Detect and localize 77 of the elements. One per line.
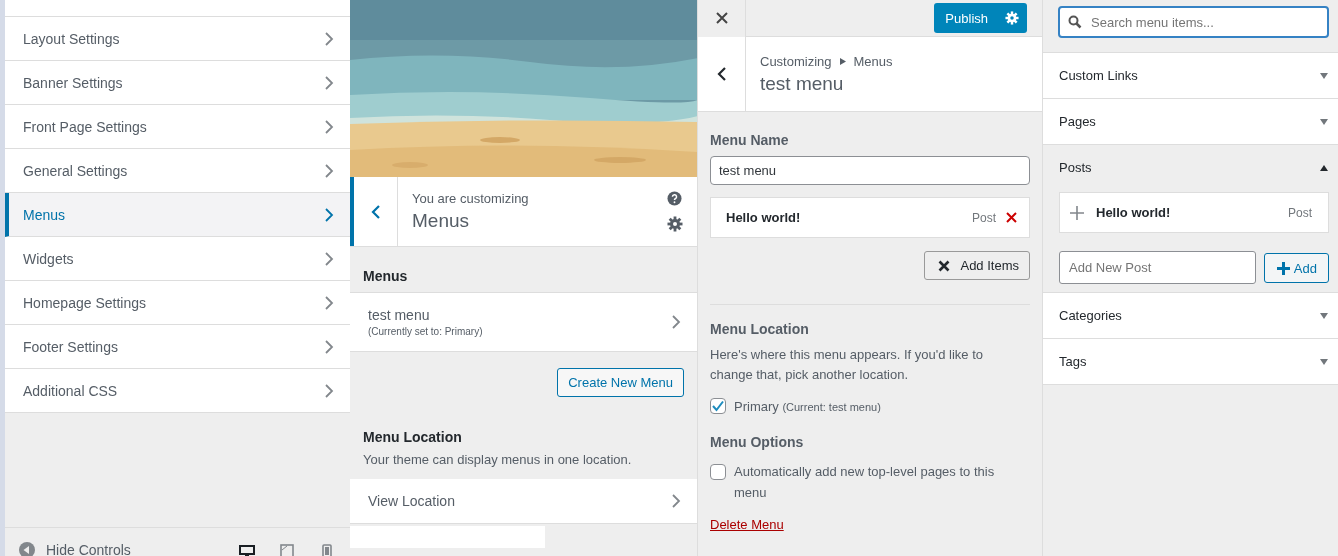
section-item[interactable]: Menus xyxy=(5,193,350,237)
section-heading: Menu Location xyxy=(362,428,463,445)
header-kicker: You are customizing xyxy=(412,191,530,206)
new-post-field[interactable]: Add New Post xyxy=(1059,251,1256,284)
chevron-icon xyxy=(324,382,334,399)
delete-menu-link[interactable]: Delete Menu xyxy=(710,517,784,532)
chevron-icon xyxy=(671,314,681,330)
plus-icon xyxy=(1276,261,1290,275)
item-title: Hello world! xyxy=(1096,205,1172,220)
section-item[interactable]: Front Page Settings xyxy=(5,105,350,149)
publish-button[interactable]: Publish xyxy=(934,3,1027,33)
section-item[interactable]: Homepage Settings xyxy=(5,281,350,325)
create-menu-button[interactable]: Create New Menu xyxy=(557,368,684,397)
expand-arrow-icon xyxy=(1320,358,1328,365)
chevron-icon xyxy=(324,30,334,47)
menu-item[interactable]: test menu (Currently set to: Primary) xyxy=(350,293,697,352)
settings-icon xyxy=(1005,11,1019,25)
accordion-header[interactable]: Tags xyxy=(1043,339,1338,384)
settings-icon[interactable] xyxy=(667,216,683,232)
section-item[interactable]: Additional CSS xyxy=(5,369,350,413)
section-item[interactable]: Widgets xyxy=(5,237,350,281)
search-icon xyxy=(1068,15,1082,29)
expand-arrow-icon xyxy=(1320,72,1328,79)
item-type: Post xyxy=(1288,205,1312,220)
accordion-header[interactable]: Custom Links xyxy=(1043,53,1338,98)
add-button[interactable]: Add xyxy=(1263,253,1329,283)
item-type: Post xyxy=(972,210,996,225)
chevron-icon xyxy=(324,162,334,179)
chevron-icon xyxy=(324,294,334,311)
section-heading: Menu Options xyxy=(710,434,805,450)
chevron-icon xyxy=(671,493,681,509)
section-item[interactable]: Layout Settings xyxy=(5,17,350,61)
close-icon xyxy=(938,259,951,272)
checkbox-label: Primary (Current: test menu) xyxy=(734,398,881,414)
close-button[interactable] xyxy=(698,0,746,37)
checkbox[interactable] xyxy=(710,464,726,480)
chevron-icon xyxy=(324,338,334,355)
available-item[interactable]: Hello world! Post xyxy=(1059,192,1329,233)
accordion-header[interactable]: Posts xyxy=(1043,145,1338,190)
section-item[interactable]: Banner Settings xyxy=(5,61,350,105)
hide-controls-button[interactable]: Hide Controls xyxy=(18,538,131,556)
accordion-header[interactable]: Categories xyxy=(1043,293,1338,338)
section-item[interactable]: General Settings xyxy=(5,149,350,193)
chevron-icon xyxy=(324,206,334,223)
panel-title: test menu xyxy=(760,72,845,95)
help-icon[interactable] xyxy=(667,191,682,206)
chevron-icon xyxy=(324,118,334,135)
breadcrumb-item: Customizing xyxy=(760,53,832,69)
back-icon xyxy=(370,203,381,220)
field-label: Menu Name xyxy=(710,132,790,148)
expand-arrow-icon xyxy=(1320,312,1328,319)
search-field[interactable]: Search menu items... xyxy=(1058,6,1329,38)
close-icon xyxy=(715,12,728,24)
add-items-button[interactable]: Add Items xyxy=(924,251,1030,280)
description-text: Here's where this menu appears. If you'd like to change that, pick another location. xyxy=(710,346,985,384)
accordion-header[interactable]: Pages xyxy=(1043,99,1338,144)
breadcrumb-item: Menus xyxy=(853,53,893,69)
checkbox[interactable] xyxy=(710,398,726,414)
section-item[interactable]: Footer Settings xyxy=(5,325,350,369)
collapse-arrow-icon xyxy=(1320,164,1328,171)
remove-icon[interactable] xyxy=(1006,212,1017,223)
menu-item-card[interactable]: Hello world! Post xyxy=(710,197,1030,238)
chevron-icon xyxy=(324,250,334,267)
item-title: Hello world! xyxy=(726,210,802,225)
description-text: Your theme can display menus in one location. xyxy=(362,451,633,469)
expand-arrow-icon xyxy=(1320,118,1328,125)
menu-name-field[interactable]: test menu xyxy=(710,156,1030,185)
section-heading: Menu Location xyxy=(710,321,810,337)
panel-title: Menus xyxy=(412,210,471,232)
breadcrumb-separator-icon xyxy=(839,57,846,65)
plus-icon xyxy=(1070,205,1084,220)
chevron-icon xyxy=(324,74,334,91)
back-icon xyxy=(716,66,727,82)
checkbox-label: Automatically add new top-level pages to this menu xyxy=(734,463,996,502)
view-location-item[interactable]: View Location xyxy=(350,479,697,524)
desktop-icon[interactable] xyxy=(238,544,256,556)
back-button[interactable] xyxy=(350,177,398,246)
